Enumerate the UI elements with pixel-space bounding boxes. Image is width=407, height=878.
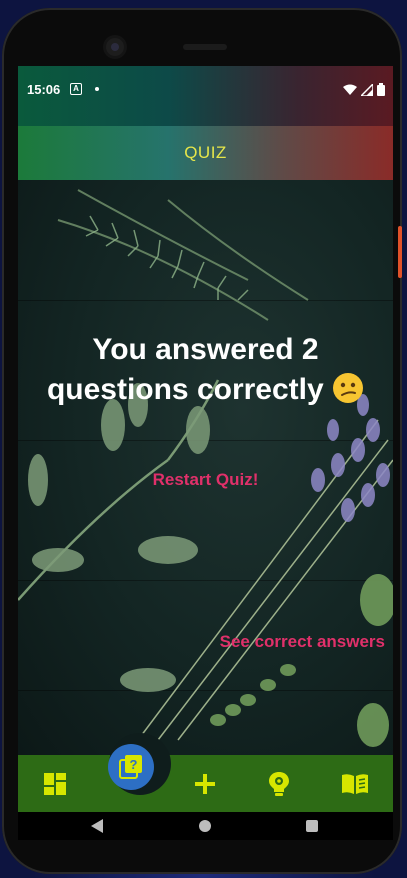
home-icon[interactable] [199,820,211,832]
confused-face-emoji-icon [333,373,364,403]
bottom-navigation [18,755,393,812]
notification-a-icon: A [70,83,82,95]
nav-dashboard[interactable] [40,769,70,799]
nav-library[interactable] [340,769,370,799]
wifi-icon [343,84,357,95]
battery-icon [377,83,385,96]
svg-text:?: ? [130,757,138,772]
page-title: QUIZ [184,143,227,162]
dashboard-icon [44,773,66,795]
app-bar: QUIZ [18,126,393,180]
signal-icon [361,83,373,96]
status-time: 15:06 [27,82,61,97]
quiz-icon: ? [119,755,142,779]
earpiece-speaker [183,44,227,50]
restart-quiz-button[interactable]: Restart Quiz! [18,470,393,490]
result-text: You answered 2 questions correctly [46,333,324,406]
lightbulb-gear-icon [269,772,289,796]
herbs-background-image [18,189,393,747]
back-icon[interactable] [90,818,104,834]
status-icons [343,83,385,96]
nav-add[interactable] [190,769,220,799]
quiz-result-area: You answered 2 questions correctly Resta… [18,180,393,755]
phone-frame: 15:06 A QUIZ You answered 2 questions co… [2,8,402,874]
plus-icon [195,774,215,794]
notification-dot-icon [95,87,99,91]
power-button [398,226,402,278]
system-navigation-bar [18,812,393,840]
see-correct-answers-button[interactable]: See correct answers [220,632,385,652]
front-camera [106,38,124,56]
status-bar: 15:06 A [18,66,393,126]
result-message: You answered 2 questions correctly [18,330,393,410]
nav-tips[interactable] [264,769,294,799]
quiz-fab-button[interactable]: ? [108,744,154,790]
recents-icon[interactable] [306,820,318,832]
book-icon [342,774,368,794]
screen: 15:06 A QUIZ You answered 2 questions co… [18,66,393,840]
